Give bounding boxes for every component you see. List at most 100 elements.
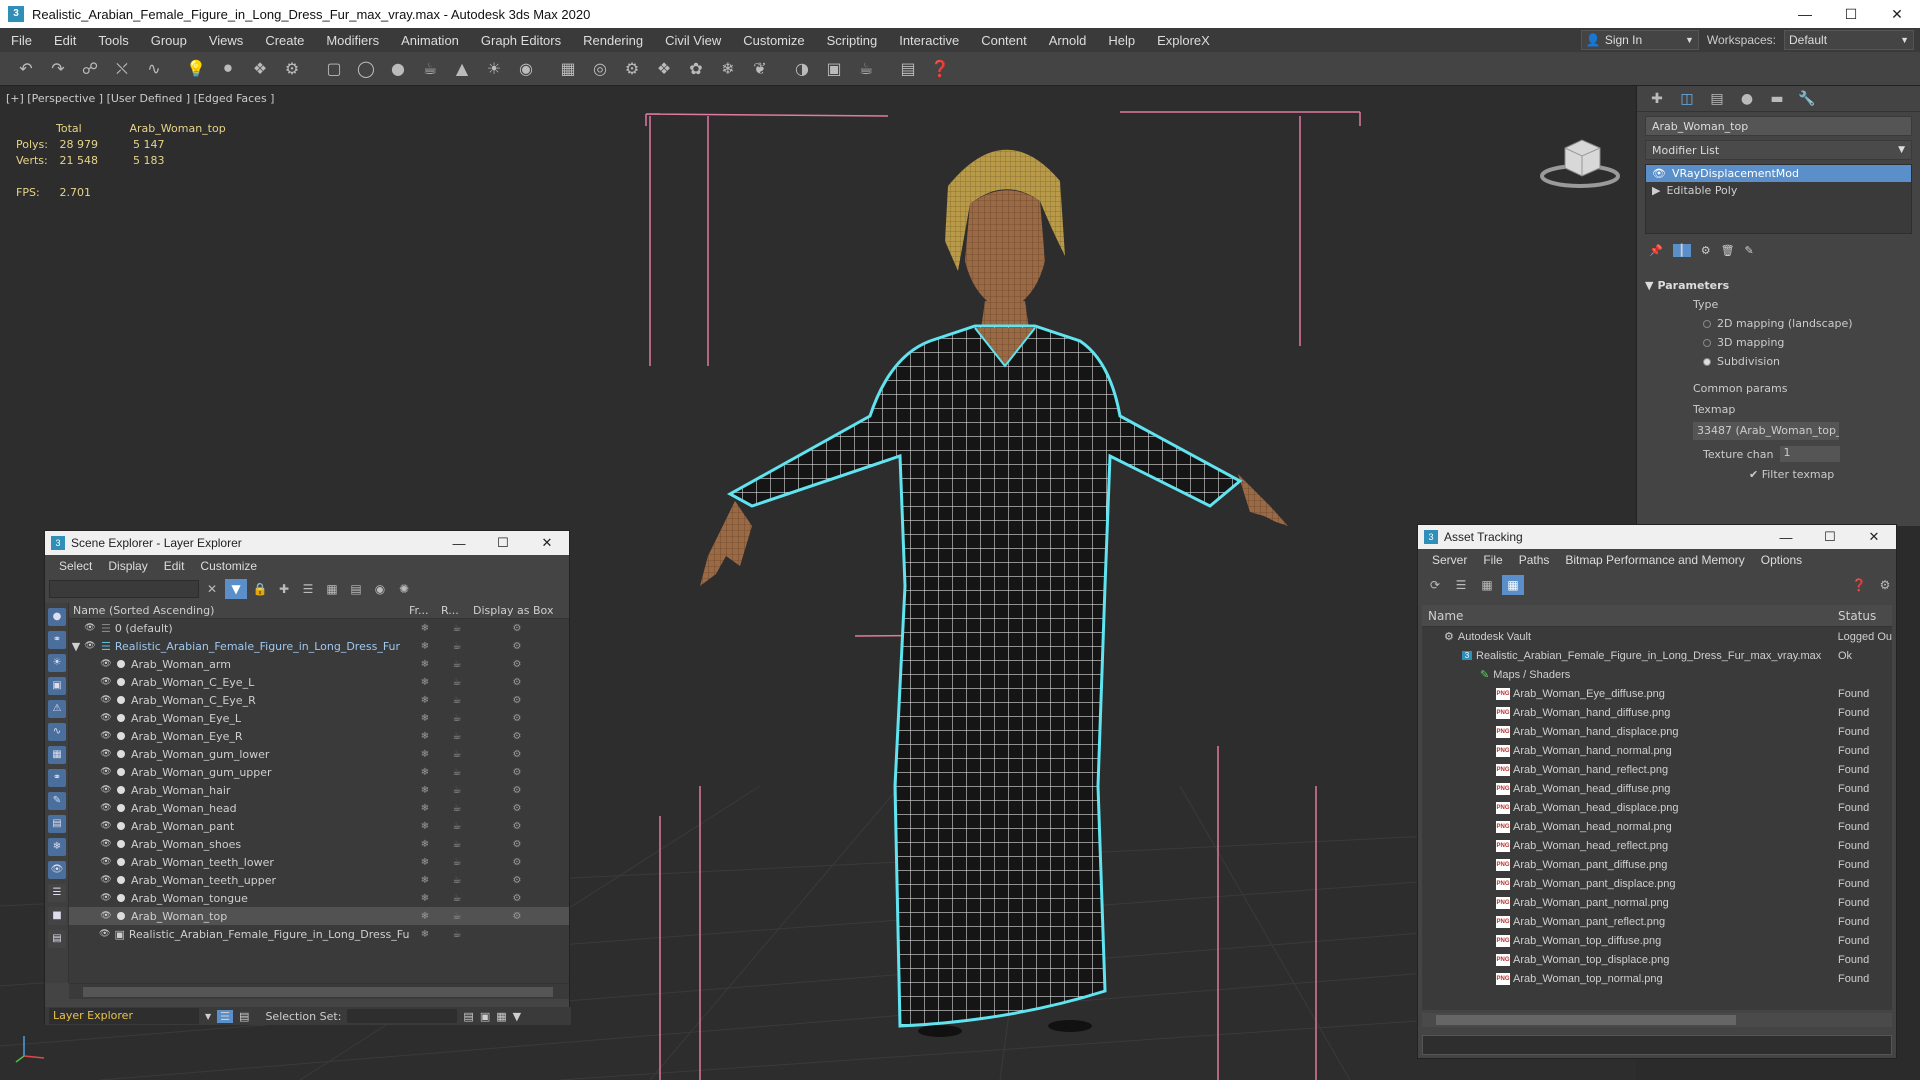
hierarchy-mode-icon[interactable]: ▤ (239, 1010, 249, 1023)
plane-icon[interactable]: ◯ (352, 55, 380, 83)
table-row[interactable]: PNG Arab_Woman_Eye_diffuse.png Found (1422, 684, 1892, 703)
menu-display[interactable]: Display (100, 559, 155, 573)
table-row-selected[interactable]: 👁 Arab_Woman_top ❄ ☕ ⚙ (69, 907, 569, 925)
modifier-editable-poly[interactable]: ▶ Editable Poly (1646, 182, 1911, 199)
freeze-icon[interactable]: ❄ (409, 911, 441, 922)
freeze-icon[interactable]: ❄ (409, 893, 441, 904)
spacewarps-filter-icon[interactable]: ∿ (48, 723, 66, 741)
teapot-icon[interactable]: ☕ (416, 55, 444, 83)
eye-icon[interactable]: 👁 (99, 767, 113, 777)
scene-explorer-titlebar[interactable]: 3 Scene Explorer - Layer Explorer — ☐ ✕ (45, 531, 569, 555)
table-row[interactable]: PNG Arab_Woman_pant_reflect.png Found (1422, 912, 1892, 931)
refresh-icon[interactable]: ⟳ (1424, 575, 1446, 595)
camera-icon[interactable]: ⚫ (214, 55, 242, 83)
table-row[interactable]: 👁 Arab_Woman_C_Eye_L ❄ ☕ ⚙ (69, 673, 569, 691)
render-icon[interactable]: ☕ (441, 623, 473, 634)
table-row[interactable]: PNG Arab_Woman_hand_diffuse.png Found (1422, 703, 1892, 722)
sign-in-dropdown[interactable]: 👤 Sign In ▼ (1580, 30, 1699, 50)
table-row[interactable]: 👁 Arab_Woman_teeth_lower ❄ ☕ ⚙ (69, 853, 569, 871)
utilities-tab-icon[interactable]: 🔧 (1795, 88, 1819, 110)
eye-icon[interactable]: 👁 (99, 731, 113, 741)
close-button[interactable]: ✕ (1874, 0, 1920, 28)
sync-icon[interactable]: ✺ (393, 579, 415, 599)
filter-icon[interactable]: ▼ (513, 1010, 521, 1023)
freeze-icon[interactable]: ❄ (409, 695, 441, 706)
render-icon[interactable]: ☕ (441, 767, 473, 778)
helper-icon[interactable]: ❖ (246, 55, 274, 83)
freeze-icon[interactable]: ❄ (409, 749, 441, 760)
square-icon[interactable]: ■ (48, 907, 66, 925)
render-icon[interactable]: ☕ (441, 713, 473, 724)
horizontal-scrollbar[interactable] (69, 983, 569, 999)
menu-arnold[interactable]: Arnold (1038, 33, 1098, 48)
freeze-icon[interactable]: ❄ (409, 821, 441, 832)
select-link-icon[interactable]: ☍ (76, 55, 104, 83)
radio-2d-mapping[interactable]: 2D mapping (landscape) (1703, 317, 1920, 330)
hierarchy-icon[interactable]: ▦ (321, 579, 343, 599)
make-unique-icon[interactable]: ⚙ (1701, 244, 1711, 257)
layer-explorer-select[interactable]: Layer Explorer (49, 1008, 199, 1024)
layers-mode-icon[interactable]: ☰ (217, 1009, 234, 1023)
grid-icon[interactable]: ▦ (554, 55, 582, 83)
table-row[interactable]: 👁 ▣ Realistic_Arabian_Female_Figure_in_Lon… (69, 925, 569, 943)
table-row[interactable]: PNG Arab_Woman_pant_normal.png Found (1422, 893, 1892, 912)
menu-modifiers[interactable]: Modifiers (315, 33, 390, 48)
hidden-filter-icon[interactable]: 👁 (48, 861, 66, 879)
box-icon[interactable]: ⚙ (501, 821, 533, 832)
lock-set-icon[interactable]: ▣ (480, 1010, 490, 1023)
table-row[interactable]: 👁 Arab_Woman_head ❄ ☕ ⚙ (69, 799, 569, 817)
unlink-icon[interactable]: ⛌ (108, 55, 136, 83)
table-row[interactable]: PNG Arab_Woman_hand_displace.png Found (1422, 722, 1892, 741)
filter-texmap-checkbox[interactable]: ✔ Filter texmap (1749, 468, 1920, 481)
box-icon[interactable]: ▢ (320, 55, 348, 83)
table-row[interactable]: 👁 Arab_Woman_C_Eye_R ❄ ☕ ⚙ (69, 691, 569, 709)
box-icon[interactable]: ⚙ (501, 677, 533, 688)
column-freeze[interactable]: Fr... (409, 604, 441, 617)
menu-views[interactable]: Views (198, 33, 254, 48)
eye-icon[interactable]: 👁 (99, 875, 113, 885)
helpers-filter-icon[interactable]: ⚠ (48, 700, 66, 718)
chevron-down-icon[interactable]: ▼ (205, 1012, 211, 1021)
path-input[interactable] (1422, 1035, 1892, 1055)
table-row[interactable]: 3 Realistic_Arabian_Female_Figure_in_Long… (1422, 646, 1892, 665)
motion-tab-icon[interactable]: ● (1735, 88, 1759, 110)
eye-icon[interactable]: 👁 (99, 785, 113, 795)
table-row[interactable]: 👁 Arab_Woman_teeth_upper ❄ ☕ ⚙ (69, 871, 569, 889)
box-icon[interactable]: ⚙ (501, 731, 533, 742)
box-icon[interactable]: ⚙ (501, 839, 533, 850)
cloth-icon[interactable]: ❦ (746, 55, 774, 83)
menu-options[interactable]: Options (1753, 553, 1810, 567)
menu-select[interactable]: Select (51, 559, 100, 573)
box-icon[interactable]: ⚙ (501, 767, 533, 778)
remove-modifier-icon[interactable]: 🗑 (1721, 244, 1735, 257)
render-icon[interactable]: ☕ (441, 857, 473, 868)
box-icon[interactable]: ⚙ (501, 893, 533, 904)
box-icon[interactable]: ⚙ (501, 659, 533, 670)
menu-paths[interactable]: Paths (1511, 553, 1558, 567)
dome-light-icon[interactable]: ◉ (512, 55, 540, 83)
freeze-icon[interactable]: ❄ (409, 929, 441, 940)
expand-triangle-icon[interactable]: ▶ (1652, 184, 1660, 197)
box-icon[interactable]: ⚙ (501, 623, 533, 634)
help-icon[interactable]: ❓ (1848, 575, 1870, 595)
horizontal-scrollbar[interactable] (1422, 1013, 1892, 1027)
texmap-button[interactable]: 33487 (Arab_Woman_top_dis (1693, 422, 1839, 440)
menu-scripting[interactable]: Scripting (816, 33, 889, 48)
table-row[interactable]: PNG Arab_Woman_head_normal.png Found (1422, 817, 1892, 836)
table-row[interactable]: 👁 Arab_Woman_gum_lower ❄ ☕ ⚙ (69, 745, 569, 763)
table-row[interactable]: PNG Arab_Woman_head_reflect.png Found (1422, 836, 1892, 855)
clear-search-icon[interactable]: ✕ (201, 579, 223, 599)
eye-icon[interactable]: 👁 (99, 929, 110, 939)
modifier-list-dropdown[interactable]: Modifier List ▼ (1645, 140, 1912, 160)
page-icon[interactable]: ▤ (48, 930, 66, 948)
minimize-button[interactable]: — (1764, 530, 1808, 545)
menu-customize[interactable]: Customize (732, 33, 815, 48)
eye-icon[interactable]: 👁 (1652, 167, 1666, 180)
table-row[interactable]: PNG Arab_Woman_hand_normal.png Found (1422, 741, 1892, 760)
menu-server[interactable]: Server (1424, 553, 1475, 567)
eye-icon[interactable]: 👁 (99, 821, 113, 831)
close-button[interactable]: ✕ (525, 535, 569, 551)
eye-icon[interactable]: 👁 (99, 749, 113, 759)
freeze-icon[interactable]: ❄ (409, 803, 441, 814)
bind-space-warp-icon[interactable]: ∿ (140, 55, 168, 83)
